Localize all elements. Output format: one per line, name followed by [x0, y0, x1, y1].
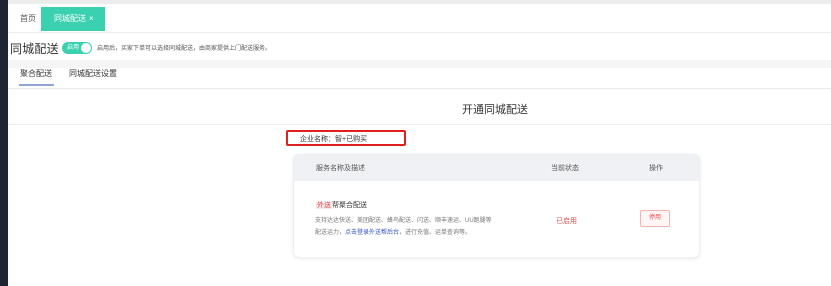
section-divider — [8, 124, 831, 125]
service-description: 支持达达快送、美团配送、蜂鸟配送、闪送、顺丰速运、UU跑腿等配送运力，点击登录外… — [315, 215, 495, 239]
enable-toggle[interactable]: 启用 — [62, 42, 92, 54]
sub-tab-bar: 聚合配送 同城配送设置 — [8, 68, 831, 89]
company-name: 企业名称：智+已购买 — [300, 134, 367, 144]
app-window: 首页 同城配送 × 同城配送 启用 启用后，买家下单可以选择同城配送，由商家提供上… — [0, 0, 831, 286]
tab-home[interactable]: 首页 — [12, 7, 44, 31]
toggle-hint: 启用后，买家下单可以选择同城配送，由商家提供上门配送服务。 — [97, 46, 272, 52]
service-card: 服务名称及描述 当前状态 操作 外送帮聚合配送 支持达达快送、美团配送、蜂鸟配送… — [293, 154, 700, 258]
tab-delivery-settings[interactable]: 同城配送设置 — [69, 68, 117, 80]
header-status: 当前状态 — [551, 165, 579, 172]
page-title: 同城配送 — [10, 42, 59, 56]
service-desc-suffix: ，进行充值、运单查询等。 — [399, 230, 472, 236]
left-sidebar-rail — [0, 0, 8, 286]
tab-same-city-delivery[interactable]: 同城配送 × — [41, 7, 105, 31]
active-tab-indicator — [19, 84, 54, 86]
section-gap — [8, 60, 831, 68]
toggle-label: 启用 — [67, 45, 80, 51]
tab-active-label: 同城配送 — [54, 14, 86, 23]
tab-aggregate-delivery[interactable]: 聚合配送 — [20, 68, 52, 80]
table-header: 服务名称及描述 当前状态 操作 — [294, 155, 699, 181]
close-icon[interactable]: × — [89, 7, 94, 31]
disable-button[interactable]: 停用 — [640, 210, 670, 227]
toggle-knob — [81, 43, 91, 53]
backend-login-link[interactable]: 点击登录外送帮后台 — [345, 230, 399, 236]
header-action: 操作 — [649, 165, 663, 172]
section-title: 开通同城配送 — [462, 104, 528, 116]
service-name-rest: 帮聚合配送 — [332, 202, 367, 209]
company-value: 智+已购买 — [335, 136, 368, 143]
page-tab-bar: 首页 同城配送 × — [8, 4, 831, 33]
tab-home-label: 首页 — [20, 14, 36, 23]
service-name: 外送帮聚合配送 — [316, 200, 367, 210]
company-label: 企业名称： — [300, 136, 335, 143]
header-service: 服务名称及描述 — [316, 165, 365, 172]
status-badge: 已启用 — [556, 218, 577, 225]
service-brand: 外送 — [316, 202, 332, 209]
